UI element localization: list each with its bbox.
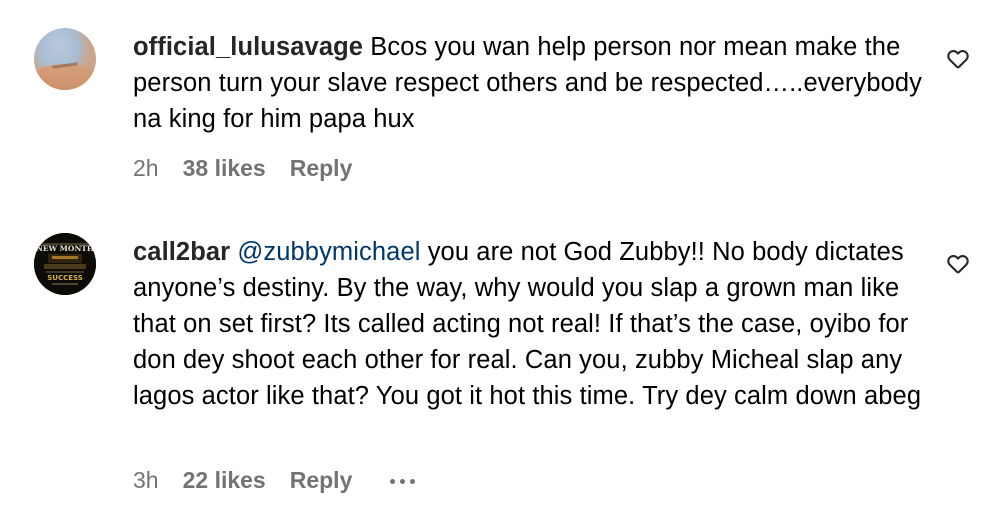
comment-mention-link[interactable]: @zubbymichael bbox=[237, 238, 420, 266]
avatar[interactable]: NEW MONTH SUCCESS bbox=[34, 233, 96, 295]
avatar-sand-shape bbox=[34, 64, 96, 90]
comment-text-block: official_lulusavage Bcos you wan help pe… bbox=[133, 29, 923, 137]
more-dot bbox=[400, 478, 406, 484]
avatar[interactable] bbox=[34, 28, 96, 90]
comment-text-block: call2bar @zubbymichael you are not God Z… bbox=[133, 234, 923, 414]
comment-username[interactable]: call2bar bbox=[133, 238, 230, 266]
comment-timestamp[interactable]: 2h bbox=[133, 154, 159, 182]
comment-likes-count[interactable]: 22 likes bbox=[183, 466, 266, 494]
heart-icon[interactable] bbox=[945, 45, 971, 71]
comment-meta: 3h 22 likes Reply bbox=[133, 466, 416, 494]
comment-likes-count[interactable]: 38 likes bbox=[183, 154, 266, 182]
more-dot bbox=[390, 478, 396, 484]
comment-meta: 2h 38 likes Reply bbox=[133, 154, 390, 182]
avatar-poster-line1: NEW MONTH bbox=[36, 244, 94, 253]
reply-button[interactable]: Reply bbox=[290, 466, 353, 494]
reply-button[interactable]: Reply bbox=[290, 154, 353, 182]
comment-username[interactable]: official_lulusavage bbox=[133, 33, 363, 61]
avatar-poster-graphic: NEW MONTH SUCCESS bbox=[34, 233, 96, 295]
more-dot bbox=[410, 478, 416, 484]
comment-timestamp[interactable]: 3h bbox=[133, 466, 159, 494]
avatar-poster-line2: SUCCESS bbox=[47, 274, 83, 282]
more-options-icon[interactable] bbox=[390, 477, 416, 484]
heart-icon[interactable] bbox=[945, 250, 971, 276]
comment-item: official_lulusavage Bcos you wan help pe… bbox=[0, 0, 996, 215]
comment-item: NEW MONTH SUCCESS call2bar @zubbymichael… bbox=[0, 215, 996, 530]
